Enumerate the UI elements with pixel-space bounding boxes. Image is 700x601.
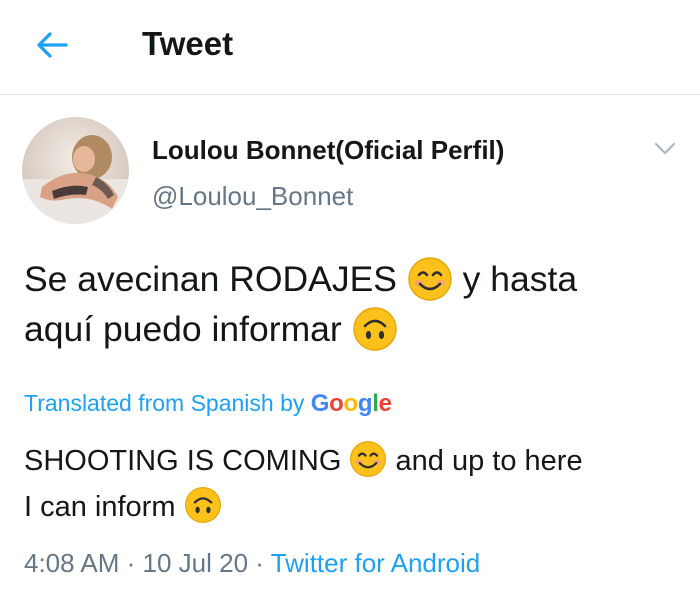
tweet-time[interactable]: 4:08 AM (24, 548, 119, 578)
tweet-options-button[interactable] (650, 136, 680, 160)
avatar[interactable] (22, 117, 129, 224)
top-bar: Tweet (0, 0, 700, 95)
avatar-photo (22, 117, 129, 224)
translated-text-segment: SHOOTING IS COMING (24, 445, 350, 477)
translated-text-segment: and up to here (387, 445, 583, 477)
tweet-text: Se avecinan RODAJES y hasta aquí puedo i… (24, 254, 674, 354)
smiling-face-icon (350, 441, 387, 478)
tweet-text-segment: aquí puedo informar (24, 309, 352, 349)
back-button[interactable] (28, 22, 76, 70)
author-display-name[interactable]: Loulou Bonnet(Oficial Perfil) (152, 134, 504, 166)
tweet-client-link[interactable]: Twitter for Android (271, 548, 481, 578)
author-handle[interactable]: @Loulou_Bonnet (152, 180, 353, 212)
tweet-text-segment: y hasta (452, 259, 578, 299)
tweet-metadata: 4:08 AM · 10 Jul 20 · Twitter for Androi… (24, 546, 480, 580)
google-logo: Google (310, 390, 392, 417)
translation-attribution-link[interactable]: Translated from Spanish by Google (24, 388, 392, 419)
arrow-left-icon (37, 32, 68, 58)
chevron-down-icon (654, 142, 676, 155)
translated-text: SHOOTING IS COMING and up to here I can … (24, 438, 684, 530)
tweet-text-segment: Se avecinan RODAJES (24, 259, 407, 299)
translated-text-segment: I can inform (24, 491, 184, 523)
tweet-date[interactable]: 10 Jul 20 (143, 548, 249, 578)
upside-down-face-icon (352, 306, 397, 351)
separator: · (119, 548, 143, 578)
smiling-face-icon (408, 256, 452, 301)
upside-down-face-icon (184, 487, 221, 524)
page-title: Tweet (142, 25, 234, 62)
separator: · (248, 548, 271, 578)
translation-label: Translated from Spanish by (24, 390, 311, 416)
